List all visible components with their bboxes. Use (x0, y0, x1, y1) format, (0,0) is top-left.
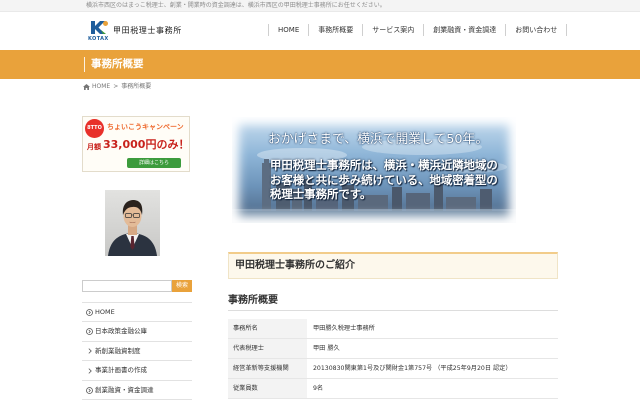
sidebar-item-home[interactable]: HOME (82, 303, 192, 323)
sidebar-item-label: 事業計画書の作成 (95, 366, 147, 375)
site-logo[interactable]: KOTAX 甲田税理士事務所 (88, 19, 184, 45)
table-row: 経営革新等支援機関 20130830関東第1号及び関財金1第757号 （平成25… (228, 359, 558, 379)
sidebar-item-startup-financing[interactable]: 創業融資・資金調達 (82, 381, 192, 400)
top-bar: 横浜市西区のはまっこ税理士、創業・開業時の資金調達は、横浜市西区の甲田税理士事務… (0, 0, 640, 12)
breadcrumb-current: 事務所概要 (121, 83, 152, 90)
logo-text: 甲田税理士事務所 (113, 26, 182, 35)
title-accent-line (84, 57, 85, 72)
overview-heading: 事務所概要 (228, 295, 278, 306)
circle-chevron-icon (86, 328, 93, 336)
table-value: 甲田勝久税理士事務所 (313, 325, 375, 332)
hero-image: おかげさまで、横浜で開業して50年。 甲田税理士事務所は、横浜・横浜近隣地域の … (232, 117, 516, 223)
page-title: 事務所概要 (91, 58, 144, 70)
sidebar-item-label: 創業融資・資金調達 (95, 385, 154, 394)
sidebar-item-business-plan[interactable]: 事業計画書の作成 (82, 361, 192, 381)
logo-mark-text: KOTAX (88, 36, 109, 42)
search-button[interactable]: 検索 (172, 280, 192, 292)
campaign-title: ちょいこうキャンペーン (107, 123, 184, 131)
hero-headline: おかげさまで、横浜で開業して50年。 (268, 132, 489, 147)
breadcrumb-separator: > (113, 83, 119, 90)
circle-chevron-icon (86, 386, 93, 394)
sidebar-item-label: 日本政策金融公庫 (95, 327, 147, 336)
nav-office-overview[interactable]: 事務所概要 (308, 24, 362, 36)
table-row: 従業員数 9名 (228, 379, 558, 399)
nav-contact[interactable]: お問い合わせ (505, 24, 568, 36)
table-value: 甲田 勝久 (313, 345, 340, 352)
table-row: 代表税理士 甲田 勝久 (228, 339, 558, 359)
nav-home[interactable]: HOME (268, 24, 308, 36)
page-title-band: 事務所概要 (0, 50, 640, 79)
sidebar-item-new-startup-loan[interactable]: 新創業融資制度 (82, 342, 192, 362)
overview-heading-rule (228, 310, 558, 311)
hero-body-line: 甲田税理士事務所は、横浜・横浜近隣地域の (270, 158, 498, 172)
kotax-logo-icon (91, 21, 108, 34)
table-label: 代表税理士 (228, 339, 307, 358)
nav-startup-financing[interactable]: 創業融資・資金調達 (423, 24, 505, 36)
representative-photo (105, 190, 160, 256)
search-input[interactable] (82, 280, 172, 292)
office-overview-table: 事務所名 甲田勝久税理士事務所 代表税理士 甲田 勝久 経営革新等支援機関 20… (228, 319, 558, 399)
chevron-right-icon (88, 348, 92, 354)
site-tagline: 横浜市西区のはまっこ税理士、創業・開業時の資金調達は、横浜市西区の甲田税理士事務… (86, 2, 386, 9)
intro-heading: 甲田税理士事務所のご紹介 (235, 260, 355, 271)
hero-body-line: お客様と共に歩み続けている、地域密着型の (270, 172, 498, 187)
table-value: 9名 (313, 385, 324, 392)
sidebar-menu: HOME 日本政策金融公庫 新創業融資制度 事業計画書の作成 創業融資・資金調達 (82, 302, 192, 400)
breadcrumb: HOME > 事務所概要 (83, 82, 151, 91)
home-icon (83, 83, 90, 90)
circle-chevron-icon (86, 309, 93, 316)
campaign-price-prefix: 月額 (87, 143, 101, 151)
campaign-badge: 8TTO (85, 119, 104, 138)
main-nav: HOME 事務所概要 サービス案内 創業融資・資金調達 お問い合わせ (268, 24, 568, 36)
campaign-banner[interactable]: 8TTO ちょいこうキャンペーン 月額 33,000円のみ！ 詳細はこちら (82, 116, 190, 172)
sidebar-item-label: HOME (95, 308, 115, 316)
hero-body-line: 税理士事務所です。 (270, 187, 372, 201)
chevron-right-icon (88, 367, 92, 374)
table-label: 従業員数 (228, 379, 307, 398)
campaign-price: 33,000円のみ！ (103, 138, 190, 151)
sidebar-item-label: 新創業融資制度 (95, 346, 141, 355)
nav-services[interactable]: サービス案内 (362, 24, 423, 36)
table-value: 20130830関東第1号及び関財金1第757号 （平成25年9月20日 認定） (313, 365, 512, 372)
sidebar-item-jfc[interactable]: 日本政策金融公庫 (82, 322, 192, 342)
intro-heading-box: 甲田税理士事務所のご紹介 (228, 252, 558, 279)
breadcrumb-home-link[interactable]: HOME (92, 82, 110, 91)
campaign-details-button[interactable]: 詳細はこちら (127, 158, 181, 168)
table-label: 経営革新等支援機関 (228, 359, 307, 378)
site-header: KOTAX 甲田税理士事務所 HOME 事務所概要 サービス案内 創業融資・資金… (0, 12, 640, 50)
table-label: 事務所名 (228, 319, 307, 338)
table-row: 事務所名 甲田勝久税理士事務所 (228, 319, 558, 339)
